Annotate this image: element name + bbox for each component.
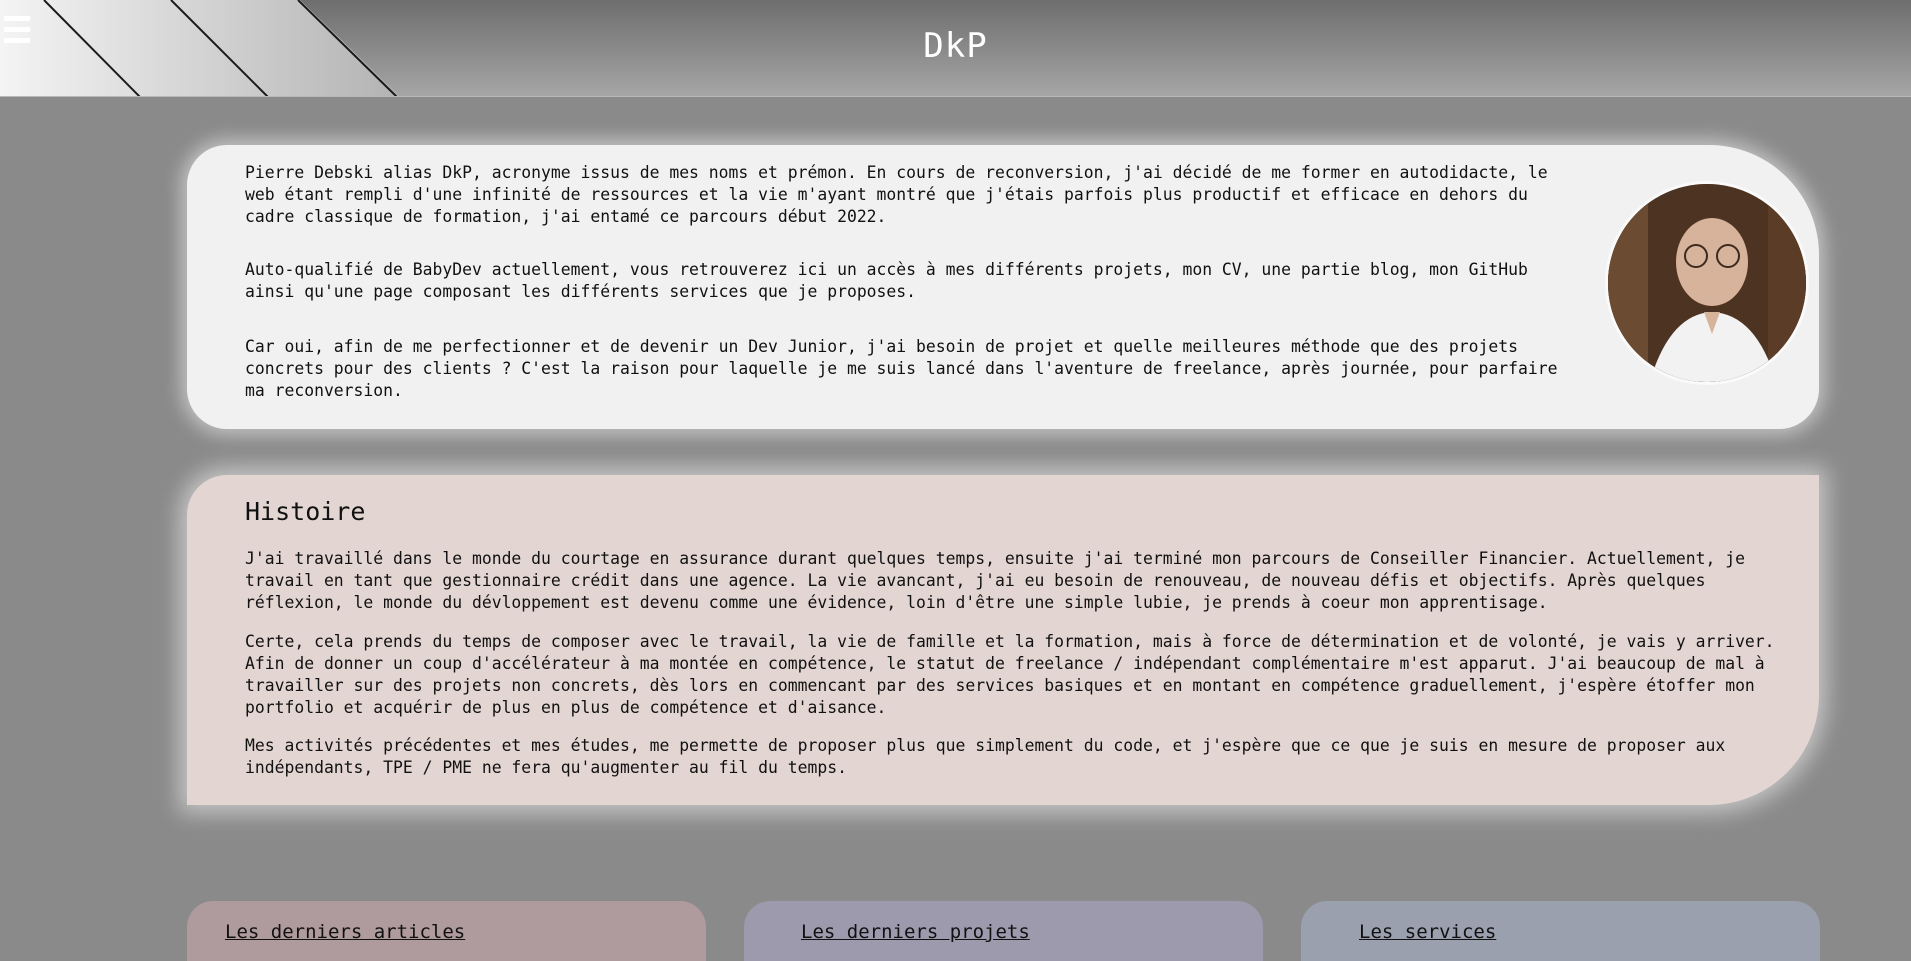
card-articles: Les derniers articles — [187, 901, 706, 961]
site-header: DkP — [0, 0, 1911, 97]
histoire-card: Histoire J'ai travaillé dans le monde du… — [187, 475, 1819, 805]
intro-paragraph: Auto-qualifié de BabyDev actuellement, v… — [245, 260, 1528, 301]
histoire-paragraph: J'ai travaillé dans le monde du courtage… — [245, 549, 1745, 612]
link-services[interactable]: Les services — [1359, 921, 1496, 943]
site-title[interactable]: DkP — [0, 26, 1911, 66]
card-projets: Les derniers projets — [744, 901, 1263, 961]
histoire-paragraph: Mes activités précédentes et mes études,… — [245, 736, 1726, 777]
link-derniers-articles[interactable]: Les derniers articles — [225, 921, 465, 943]
intro-paragraph: Pierre Debski alias DkP, acronyme issus … — [245, 163, 1548, 226]
intro-paragraph: Car oui, afin de me perfectionner et de … — [245, 337, 1558, 400]
card-services: Les services — [1301, 901, 1820, 961]
intro-card: Pierre Debski alias DkP, acronyme issus … — [187, 145, 1819, 429]
histoire-title: Histoire — [245, 497, 366, 526]
profile-photo — [1605, 181, 1809, 385]
link-derniers-projets[interactable]: Les derniers projets — [801, 921, 1030, 943]
histoire-paragraph: Certe, cela prends du temps de composer … — [245, 632, 1775, 717]
